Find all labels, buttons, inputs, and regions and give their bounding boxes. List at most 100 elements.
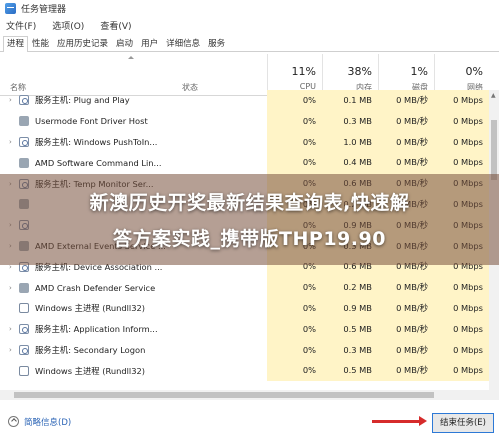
table-row[interactable]: › 服务主机: Secondary Logon 0% 0.3 MB 0 MB/秒 0 Mb… — [0, 339, 489, 361]
banner-line-1: 新澳历史开奖最新结果查询表,快速解 — [89, 192, 410, 214]
app-icon — [19, 157, 29, 168]
disk-percent: 1% — [410, 65, 428, 78]
tab-performance[interactable]: 性能 — [28, 36, 53, 51]
service-host-icon — [19, 344, 29, 355]
process-name: 服务主机: Secondary Logon — [35, 344, 146, 355]
memory-cell: 0.2 MB — [322, 277, 378, 298]
expand-chevron-icon[interactable]: › — [9, 325, 19, 333]
process-name: AMD Software Command Lin... — [35, 157, 162, 168]
table-row[interactable]: › 服务主机: Plug and Play 0% 0.1 MB 0 MB/秒 0 Mbps — [0, 90, 489, 111]
table-row[interactable]: Windows 主进程 (Rundll32) 0% 0.9 MB 0 MB/秒 0 Mb… — [0, 297, 489, 319]
expand-chevron-icon[interactable]: › — [9, 138, 19, 146]
disk-cell: 0 MB/秒 — [378, 360, 434, 382]
memory-cell: 0.5 MB — [322, 360, 378, 382]
expand-chevron-icon[interactable]: › — [9, 346, 19, 354]
process-name-cell: Windows 主进程 (Rundll32) — [9, 360, 145, 381]
fewer-details-link[interactable]: 简略信息(D) — [24, 416, 71, 428]
cpu-cell: 0% — [267, 277, 322, 298]
cpu-percent: 11% — [291, 65, 316, 78]
process-name-cell: › AMD Crash Defender Service — [9, 277, 155, 298]
menu-bar: 文件(F) 选项(O) 查看(V) — [0, 17, 499, 34]
network-cell: 0 Mbps — [434, 152, 489, 174]
disk-cell: 0 MB/秒 — [378, 297, 434, 319]
menu-file[interactable]: 文件(F) — [6, 19, 36, 32]
service-host-icon — [19, 95, 29, 106]
scroll-up-icon[interactable]: ▲ — [491, 92, 496, 99]
cpu-cell: 0% — [267, 318, 322, 340]
tab-users[interactable]: 用户 — [137, 36, 162, 51]
process-name: 服务主机: Plug and Play — [35, 95, 130, 106]
menu-view[interactable]: 查看(V) — [100, 19, 131, 32]
end-task-button[interactable]: 结束任务(E) — [432, 413, 494, 433]
process-name-cell: Usermode Font Driver Host — [9, 111, 148, 132]
memory-cell: 0.5 MB — [322, 318, 378, 340]
network-cell: 0 Mbps — [434, 110, 489, 132]
window-icon — [19, 365, 29, 376]
memory-cell: 0.3 MB — [322, 110, 378, 132]
tab-startup[interactable]: 启动 — [112, 36, 137, 51]
process-name-cell: › 服务主机: Windows PushToIn... — [9, 132, 157, 153]
tab-services[interactable]: 服务 — [204, 36, 229, 51]
process-name: Usermode Font Driver Host — [35, 116, 148, 127]
cpu-cell: 0% — [267, 360, 322, 382]
expand-chevron-icon[interactable]: › — [9, 96, 19, 104]
network-cell: 0 Mbps — [434, 90, 489, 111]
cpu-cell: 0% — [267, 110, 322, 132]
cpu-cell: 0% — [267, 152, 322, 174]
disk-cell: 0 MB/秒 — [378, 152, 434, 174]
disk-cell: 0 MB/秒 — [378, 110, 434, 132]
tab-processes[interactable]: 进程 — [3, 36, 29, 52]
network-cell: 0 Mbps — [434, 339, 489, 361]
memory-cell: 1.0 MB — [322, 131, 378, 153]
memory-cell: 0.9 MB — [322, 297, 378, 319]
process-name-cell: › 服务主机: Plug and Play — [9, 90, 130, 111]
banner-line-2: 答方案实践_携带版THP19.90 — [113, 228, 386, 250]
memory-percent: 38% — [347, 65, 372, 78]
disk-cell: 0 MB/秒 — [378, 277, 434, 298]
app-icon — [19, 116, 29, 127]
menu-options[interactable]: 选项(O) — [52, 19, 84, 32]
table-row[interactable]: › 服务主机: Application Inform... 0% 0.5 MB 0 MB… — [0, 318, 489, 340]
process-name: 服务主机: Application Inform... — [35, 324, 158, 335]
process-name-cell: AMD Software Command Lin... — [9, 152, 161, 173]
table-row[interactable]: Usermode Font Driver Host 0% 0.3 MB 0 MB/秒 0… — [0, 110, 489, 132]
process-name: Windows 主进程 (Rundll32) — [35, 365, 146, 376]
expand-chevron-icon[interactable]: › — [9, 284, 19, 292]
table-row[interactable]: AMD Software Command Lin... 0% 0.4 MB 0 MB/… — [0, 152, 489, 174]
vertical-scroll-thumb[interactable] — [491, 120, 497, 180]
cpu-cell: 0% — [267, 131, 322, 153]
cpu-cell: 0% — [267, 297, 322, 319]
table-row[interactable]: › AMD Crash Defender Service 0% 0.2 MB 0 MB/… — [0, 277, 489, 298]
title-bar: 任务管理器 — [0, 0, 499, 17]
service-host-icon — [19, 324, 29, 335]
memory-cell: 0.1 MB — [322, 90, 378, 111]
disk-cell: 0 MB/秒 — [378, 339, 434, 361]
table-row[interactable]: › 服务主机: Windows PushToIn... 0% 1.0 MB 0 MB/秒… — [0, 131, 489, 153]
memory-cell: 0.4 MB — [322, 152, 378, 174]
process-name-cell: › 服务主机: Application Inform... — [9, 319, 158, 340]
process-name-cell: Windows 主进程 (Rundll32) — [9, 298, 145, 319]
task-manager-icon — [5, 3, 16, 14]
disk-cell: 0 MB/秒 — [378, 131, 434, 153]
network-cell: 0 Mbps — [434, 318, 489, 340]
collapse-chevron-icon[interactable] — [8, 416, 19, 427]
disk-cell: 0 MB/秒 — [378, 318, 434, 340]
cpu-cell: 0% — [267, 90, 322, 111]
tab-app-history[interactable]: 应用历史记录 — [53, 36, 112, 51]
table-row[interactable]: Windows 主进程 (Rundll32) 0% 0.5 MB 0 MB/秒 0 Mb… — [0, 360, 489, 382]
network-cell: 0 Mbps — [434, 131, 489, 153]
horizontal-scrollbar[interactable] — [0, 390, 499, 400]
tab-bar: 进程 性能 应用历史记录 启动 用户 详细信息 服务 — [0, 36, 499, 52]
process-name-cell: › 服务主机: Secondary Logon — [9, 340, 145, 361]
cpu-cell: 0% — [267, 339, 322, 361]
memory-cell: 0.3 MB — [322, 339, 378, 361]
network-cell: 0 Mbps — [434, 360, 489, 382]
window-title: 任务管理器 — [21, 5, 67, 15]
process-name: Windows 主进程 (Rundll32) — [35, 303, 146, 314]
network-cell: 0 Mbps — [434, 297, 489, 319]
tab-details[interactable]: 详细信息 — [162, 36, 204, 51]
horizontal-scroll-thumb[interactable] — [14, 392, 434, 398]
disk-cell: 0 MB/秒 — [378, 90, 434, 111]
process-name: AMD Crash Defender Service — [35, 282, 156, 293]
process-name: 服务主机: Windows PushToIn... — [35, 136, 158, 147]
